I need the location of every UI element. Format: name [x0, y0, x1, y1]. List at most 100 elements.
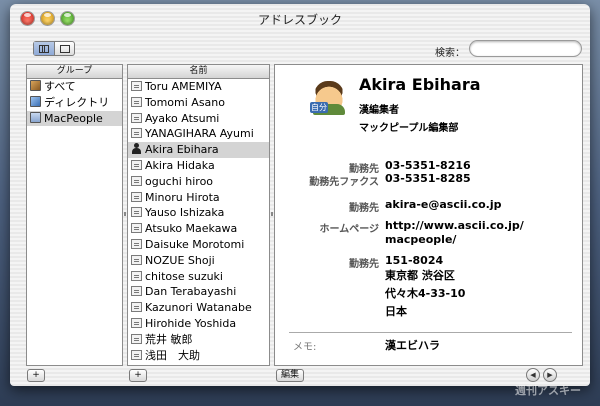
address-label[interactable]: 勤務先 [275, 255, 379, 270]
fax-value[interactable]: 03-5351-8285 [385, 172, 471, 185]
column-view-icon[interactable] [34, 42, 55, 55]
email-value[interactable]: akira-e@ascii.co.jp [385, 198, 502, 211]
list-item[interactable]: Kazunori Watanabe [128, 300, 269, 316]
list-item[interactable]: Daisuke Morotomi [128, 237, 269, 253]
contact-card-icon [131, 175, 142, 186]
search-input[interactable] [469, 40, 582, 57]
phone-work-value[interactable]: 03-5351-8216 [385, 159, 471, 172]
list-item[interactable]: chitose suzuki [128, 269, 269, 285]
memo-divider [289, 332, 572, 333]
list-item[interactable]: Minoru Hirota [128, 190, 269, 206]
add-person-button[interactable]: + [129, 369, 147, 382]
group-list: グループ すべて ディレクトリ MacPeople [26, 64, 123, 366]
contact-card-icon [131, 207, 142, 218]
list-item[interactable]: Akira Hidaka [128, 158, 269, 174]
name-column-header[interactable]: 名前 [128, 65, 269, 79]
contact-card-icon [131, 270, 142, 281]
address-line-2[interactable]: 代々木4-33-10 [385, 285, 465, 301]
contact-card-icon [131, 333, 142, 344]
contact-card: 自分 Akira Ebihara 漢編集者 マックピープル編集部 勤務先 03-… [274, 64, 583, 366]
me-person-icon [131, 143, 142, 155]
contact-name: chitose suzuki [145, 269, 223, 283]
contact-name: Yauso Ishizaka [145, 206, 225, 220]
group-item-directory[interactable]: ディレクトリ [27, 95, 122, 111]
memo-value[interactable]: 漢エビハラ [385, 337, 440, 353]
contact-name: Akira Ebihara [359, 75, 481, 94]
email-label[interactable]: 勤務先 [275, 199, 379, 214]
list-item[interactable]: Hirohide Yoshida [128, 316, 269, 332]
avatar[interactable]: 自分 [310, 77, 348, 115]
contact-name: Toru AMEMIYA [145, 80, 222, 93]
contact-card-icon [131, 81, 142, 91]
contact-name: 浅田 大助 [145, 348, 200, 362]
contact-card-icon [131, 238, 142, 249]
list-item[interactable]: YANAGIHARA Ayumi [128, 126, 269, 142]
edit-button[interactable]: 編集 [276, 369, 304, 382]
contact-name: Daisuke Morotomi [145, 237, 245, 251]
list-item[interactable]: NOZUE Shoji [128, 253, 269, 269]
bottom-bar: + + 編集 ◀ ▶ [10, 366, 590, 386]
contact-name: Kazunori Watanabe [145, 301, 252, 315]
homepage-url-cont[interactable]: macpeople/ [385, 233, 456, 246]
contact-card-icon [131, 128, 142, 139]
contact-card-icon [131, 349, 142, 360]
list-item[interactable]: 荒井 敏郎 [128, 332, 269, 348]
group-item-macpeople[interactable]: MacPeople [27, 110, 122, 127]
group-item-all[interactable]: すべて [27, 79, 122, 95]
contact-name: 荒井 敏郎 [145, 332, 193, 346]
contact-name: Atsuko Maekawa [145, 222, 238, 236]
contact-name: Ayako Atsumi [145, 111, 220, 125]
next-card-button[interactable]: ▶ [543, 368, 557, 382]
list-item[interactable]: Dan Terabayashi [128, 284, 269, 300]
company: マックピープル編集部 [359, 123, 459, 134]
title-bar[interactable]: アドレスブック [10, 4, 590, 32]
list-item-selected[interactable]: Akira Ebihara [128, 142, 269, 158]
list-item[interactable]: Toru AMEMIYA [128, 79, 269, 95]
list-item[interactable]: oguchi hiroo [128, 174, 269, 190]
group-label: すべて [44, 80, 76, 93]
homepage-label[interactable]: ホームページ [275, 220, 380, 235]
contact-name: Akira Ebihara [145, 143, 219, 157]
list-item[interactable]: 浅田 大助 [128, 348, 269, 364]
fax-label[interactable]: 勤務先ファクス [275, 173, 379, 188]
address-line-1[interactable]: 東京都 渋谷区 [385, 267, 455, 283]
list-item[interactable]: Yauso Ishizaka [128, 205, 269, 221]
contact-card-icon [131, 302, 142, 313]
group-label: ディレクトリ [44, 95, 110, 109]
watermark-logo: 週刊アスキー [515, 384, 581, 397]
contact-name: NOZUE Shoji [145, 253, 215, 267]
contact-name: Akira Hidaka [145, 158, 215, 172]
contact-name: YANAGIHARA Ayumi [145, 127, 254, 141]
address-book-window: アドレスブック 検索： グループ すべて ディレクトリ MacPeople 名前… [10, 4, 590, 386]
contact-card-icon [131, 223, 142, 234]
contact-card-icon [131, 286, 142, 297]
contact-name: oguchi hiroo [145, 174, 214, 188]
list-item[interactable]: Ayako Atsumi [128, 111, 269, 127]
contact-name: Dan Terabayashi [145, 285, 237, 299]
group-folder-icon [30, 111, 41, 123]
me-badge: 自分 [310, 102, 328, 113]
directory-icon [30, 95, 41, 107]
contact-card-icon [131, 191, 142, 202]
search-label: 検索： [435, 48, 465, 59]
group-column-header[interactable]: グループ [27, 65, 122, 79]
contact-card-icon [131, 254, 142, 265]
address-country[interactable]: 日本 [385, 303, 407, 319]
memo-label: メモ: [293, 342, 317, 353]
contact-card-icon [131, 96, 142, 107]
window-title: アドレスブック [257, 13, 342, 27]
previous-card-button[interactable]: ◀ [526, 368, 540, 382]
contact-name: Tomomi Asano [145, 95, 225, 109]
card-view-icon[interactable] [55, 42, 75, 55]
contact-card-icon [131, 159, 142, 170]
toolbar: 検索： [10, 32, 590, 62]
homepage-url[interactable]: http://www.ascii.co.jp/ [385, 219, 524, 232]
list-item[interactable]: Tomomi Asano [128, 95, 269, 111]
all-contacts-icon [30, 80, 41, 91]
contact-card-icon [131, 112, 142, 123]
list-item[interactable]: Atsuko Maekawa [128, 221, 269, 237]
postal-code[interactable]: 151-8024 [385, 254, 443, 267]
view-toggle[interactable] [33, 41, 75, 56]
add-group-button[interactable]: + [27, 369, 45, 382]
contact-card-icon [131, 317, 142, 328]
